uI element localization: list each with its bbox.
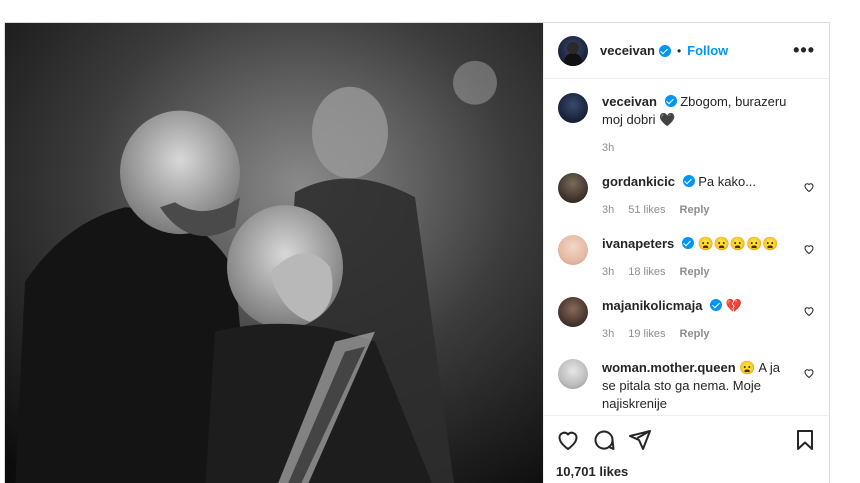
caption-username[interactable]: veceivan [602,94,657,109]
comment-username[interactable]: majanikolicmaja [602,298,702,313]
verified-badge-icon [710,299,723,311]
comment-username[interactable]: woman.mother.queen [602,360,736,375]
photo-illustration [5,23,543,483]
reply-button[interactable]: Reply [680,263,710,281]
caption: veceivan Zbogom, burazeru moj dobri 🖤 3h [558,93,815,157]
comment-item: ivanapeters 😦😦😦😦😦 3h 18 likes Reply [558,235,815,281]
follow-button[interactable]: Follow [687,43,728,58]
caption-time[interactable]: 3h [602,139,614,157]
caption-avatar[interactable] [558,93,588,123]
comment-item: majanikolicmaja 💔 3h 19 likes Reply [558,297,815,343]
comment-text: 😦😦😦😦😦 [697,236,779,251]
comment-time[interactable]: 3h [602,325,614,343]
comments-list[interactable]: veceivan Zbogom, burazeru moj dobri 🖤 3h… [544,79,829,415]
like-heart-icon[interactable] [556,428,580,452]
reply-button[interactable]: Reply [680,201,710,219]
verified-badge-icon [682,175,695,187]
more-options-icon[interactable]: ••• [793,40,815,61]
like-comment-heart-icon[interactable] [803,367,815,379]
commenter-avatar[interactable] [558,173,588,203]
comment-text: 💔 [725,298,742,313]
share-send-icon[interactable] [628,428,652,452]
commenter-avatar[interactable] [558,235,588,265]
post-side-panel: veceivan • Follow ••• veceivan Zbogom, b… [543,23,829,483]
post-header: veceivan • Follow ••• [544,23,829,79]
comment-bubble-icon[interactable] [592,428,616,452]
like-comment-heart-icon[interactable] [803,181,815,193]
post-photo[interactable] [5,23,543,483]
author-avatar[interactable] [558,35,588,66]
comment-likes[interactable]: 18 likes [628,263,665,281]
comment-item: gordankicic Pa kako... 3h 51 likes Reply [558,173,815,219]
comment-text: Pa kako... [698,174,757,189]
comment-username[interactable]: ivanapeters [602,236,674,251]
verified-badge-icon [658,44,671,57]
comment-likes[interactable]: 19 likes [628,325,665,343]
commenter-avatar[interactable] [558,359,588,389]
comment-likes[interactable]: 51 likes [628,201,665,219]
likes-count[interactable]: 10,701 likes [556,464,817,479]
separator-dot: • [676,43,682,58]
verified-badge-icon [681,237,694,249]
comment-username[interactable]: gordankicic [602,174,675,189]
post-modal: veceivan • Follow ••• veceivan Zbogom, b… [4,22,830,483]
comment-time[interactable]: 3h [602,263,614,281]
commenter-avatar[interactable] [558,297,588,327]
like-comment-heart-icon[interactable] [803,305,815,317]
comment-time[interactable]: 3h [602,201,614,219]
verified-badge-icon [664,95,677,107]
save-bookmark-icon[interactable] [793,428,817,452]
reply-button[interactable]: Reply [680,325,710,343]
post-actions: 10,701 likes [544,415,829,483]
author-username[interactable]: veceivan [600,43,655,58]
comment-item: woman.mother.queen 😦 A ja se pitala sto … [558,359,815,413]
like-comment-heart-icon[interactable] [803,243,815,255]
